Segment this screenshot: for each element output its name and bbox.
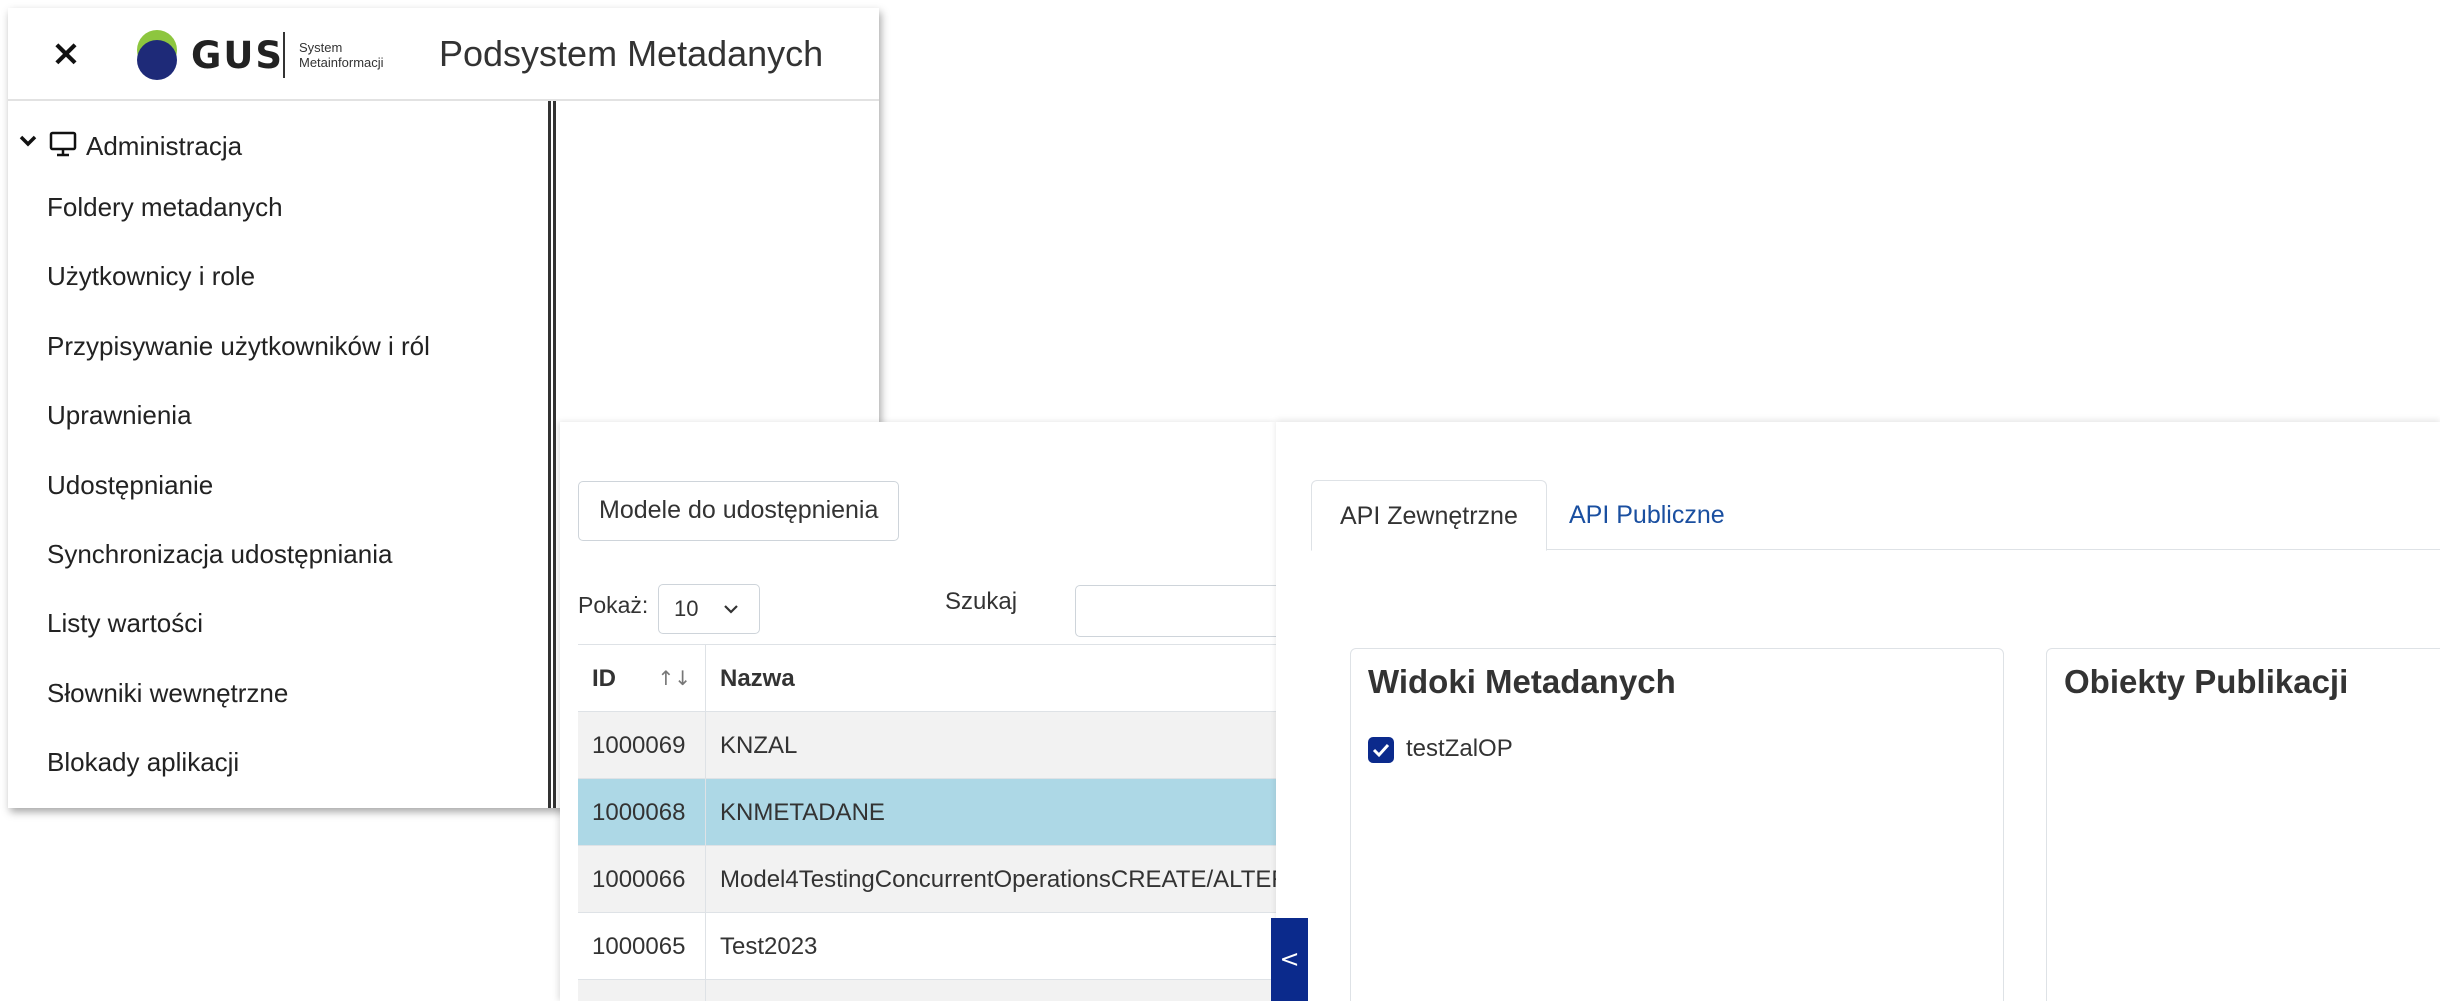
page-size-select[interactable]: 10 xyxy=(658,584,760,634)
tab-api-zewnetrzne[interactable]: API Zewnętrzne xyxy=(1311,480,1547,551)
cell-name: Test2023 xyxy=(720,933,818,960)
table-row[interactable]: 1000066 Model4TestingConcurrentOperation… xyxy=(578,846,1276,913)
cell-name: KNMETADANE xyxy=(720,799,885,826)
menu-item-foldery[interactable]: Foldery metadanych xyxy=(8,177,548,246)
menu-item-blokady[interactable]: Blokady aplikacji xyxy=(8,732,548,801)
table-row[interactable]: 1000065 Test2023 xyxy=(578,913,1276,980)
page-size-value: 10 xyxy=(674,596,699,621)
cell-name xyxy=(706,980,1276,1001)
table-row-selected[interactable]: 1000068 KNMETADANE xyxy=(578,779,1276,846)
menu-item-uprawnienia[interactable]: Uprawnienia xyxy=(8,385,548,454)
check-icon xyxy=(1372,743,1390,758)
panel-resize-handle[interactable] xyxy=(548,101,556,808)
menu-item-slowniki[interactable]: Słowniki wewnętrzne xyxy=(8,663,548,732)
gus-logo-icon xyxy=(137,30,177,80)
checkbox-checked[interactable] xyxy=(1368,737,1394,763)
close-menu-button[interactable]: × xyxy=(46,34,86,74)
menu-item-udostepnianie[interactable]: Udostępnianie xyxy=(8,455,548,524)
menu-group-administracja[interactable]: Administracja xyxy=(8,121,548,177)
cell-name: KNZAL xyxy=(720,732,798,759)
logo-separator xyxy=(283,32,285,78)
cell-id: 1000068 xyxy=(578,779,706,845)
menu-group-label: Administracja xyxy=(86,131,243,161)
search-label: Szukaj xyxy=(945,588,1018,615)
metadata-views-card: Widoki Metadanych testZalOP xyxy=(1350,648,2004,1001)
menu-item-synchronizacja[interactable]: Synchronizacja udostępniania xyxy=(8,524,548,593)
monitor-icon xyxy=(49,131,77,157)
models-to-share-button[interactable]: Modele do udostępnienia xyxy=(578,481,900,541)
sort-icon[interactable]: ↑↓ xyxy=(657,645,691,712)
api-tabs: API Zewnętrzne API Publiczne xyxy=(1311,480,2440,551)
logo-text: GUS xyxy=(191,34,285,77)
menu-item-przypisywanie[interactable]: Przypisywanie użytkowników i ról xyxy=(8,316,548,385)
models-table: ID ↑↓ Nazwa 1000069 KNZAL 1000068 KNMETA… xyxy=(578,644,1276,1001)
menu-item-uzytkownicy[interactable]: Użytkownicy i role xyxy=(8,246,548,315)
gus-logo: GUS System Metainformacji xyxy=(131,22,431,86)
table-header-row: ID ↑↓ Nazwa xyxy=(578,645,1276,712)
column-header-name[interactable]: Nazwa xyxy=(706,645,1276,711)
checkbox-label: testZalOP xyxy=(1406,735,1513,762)
app-title: Podsystem Metadanych xyxy=(439,33,824,74)
logo-subtitle: System Metainformacji xyxy=(299,40,384,70)
table-row[interactable] xyxy=(578,980,1276,1001)
search-input[interactable] xyxy=(1075,585,1276,637)
models-table-panel: Modele do udostępnienia Pokaż: 10 Szukaj… xyxy=(560,422,1276,1001)
chevron-down-icon xyxy=(724,605,738,614)
chevron-down-icon xyxy=(19,135,37,147)
cell-name: Model4TestingConcurrentOperationsCREATE/… xyxy=(720,866,1276,893)
publication-objects-title: Obiekty Publikacji xyxy=(2064,663,2349,700)
tab-api-publiczne[interactable]: API Publiczne xyxy=(1541,480,1753,550)
column-header-id[interactable]: ID ↑↓ xyxy=(578,645,706,711)
menu-item-listy-wartosci[interactable]: Listy wartości xyxy=(8,593,548,662)
cell-id: 1000065 xyxy=(578,913,706,979)
table-row[interactable]: 1000069 KNZAL xyxy=(578,712,1276,779)
menu-list: Administracja Foldery metadanych Użytkow… xyxy=(8,121,548,802)
cell-id: 1000069 xyxy=(578,712,706,778)
menu-header: × GUS System Metainformacji Podsystem Me… xyxy=(8,8,879,101)
metadata-views-title: Widoki Metadanych xyxy=(1368,663,1676,700)
cell-id xyxy=(578,980,706,1001)
api-tabs-panel: API Zewnętrzne API Publiczne Widoki Meta… xyxy=(1276,422,2440,1001)
collapse-panel-button[interactable]: < xyxy=(1271,918,1308,1001)
publication-objects-card: Obiekty Publikacji xyxy=(2046,648,2440,1001)
page-size-label: Pokaż: xyxy=(578,592,649,618)
cell-id: 1000066 xyxy=(578,846,706,912)
